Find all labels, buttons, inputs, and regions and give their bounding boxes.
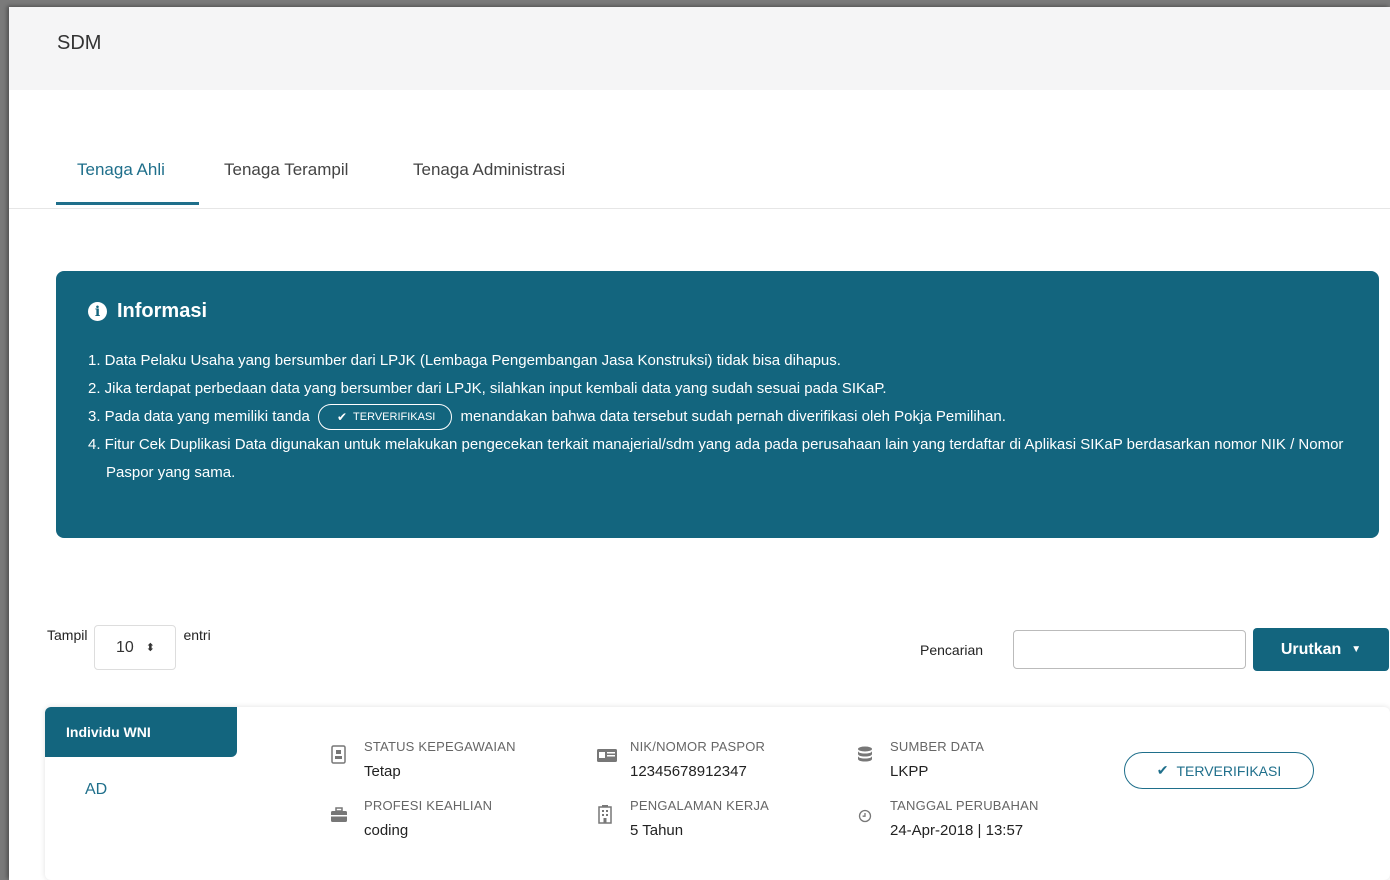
field-sumber-label: SUMBER DATA bbox=[890, 739, 985, 754]
field-tanggal: TANGGAL PERUBAHAN 24-Apr-2018 | 13:57 bbox=[856, 798, 1086, 848]
field-profesi-value: coding bbox=[364, 822, 409, 839]
info-item-3-after: menandakan bahwa data tersebut sudah per… bbox=[460, 408, 1006, 425]
field-pengalaman-value: 5 Tahun bbox=[630, 822, 684, 839]
check-icon: ✔ bbox=[1156, 762, 1169, 778]
caret-down-icon: ▼ bbox=[1351, 644, 1362, 655]
app-window: SDM Tenaga Ahli Tenaga Terampil Tenaga A… bbox=[9, 7, 1390, 880]
info-item-4: 4. Fitur Cek Duplikasi Data digunakan un… bbox=[88, 436, 1344, 481]
search-label: Pencarian bbox=[920, 642, 984, 658]
field-nik: NIK/NOMOR PASPOR 12345678912347 bbox=[596, 739, 826, 789]
page-size-select[interactable]: 10 ⬍ bbox=[94, 625, 177, 670]
page-size-control: Tampil 10 ⬍ entri bbox=[47, 625, 211, 672]
field-nik-label: NIK/NOMOR PASPOR bbox=[630, 739, 766, 754]
tab-tenaga-ahli[interactable]: Tenaga Ahli bbox=[77, 160, 165, 180]
record-name[interactable]: AD bbox=[85, 781, 107, 799]
tab-tenaga-administrasi[interactable]: Tenaga Administrasi bbox=[413, 160, 565, 180]
verified-button-label: TERVERIFIKASI bbox=[1176, 762, 1282, 779]
page-title: SDM bbox=[57, 32, 102, 54]
id-card-icon bbox=[597, 749, 617, 762]
sort-button[interactable]: Urutkan ▼ bbox=[1253, 628, 1389, 671]
info-heading: i Informasi bbox=[88, 300, 207, 323]
active-tab-indicator bbox=[56, 202, 199, 205]
field-sumber-value: LKPP bbox=[890, 763, 929, 780]
info-icon: i bbox=[88, 302, 107, 321]
record-type-label: Individu WNI bbox=[66, 724, 151, 740]
id-badge-icon bbox=[331, 745, 346, 764]
search-input[interactable] bbox=[1013, 630, 1246, 669]
page-header: SDM bbox=[9, 7, 1390, 90]
check-icon: ✔ bbox=[336, 410, 348, 425]
field-status-value: Tetap bbox=[364, 763, 401, 780]
info-title: Informasi bbox=[117, 300, 208, 322]
field-pengalaman-label: PENGALAMAN KERJA bbox=[630, 798, 770, 813]
entries-label: entri bbox=[183, 627, 211, 643]
info-panel: i Informasi 1. Data Pelaku Usaha yang be… bbox=[56, 271, 1379, 538]
field-profesi: PROFESI KEAHLIAN coding bbox=[330, 798, 560, 848]
info-item-2: 2. Jika terdapat perbedaan data yang ber… bbox=[88, 380, 887, 397]
record-type-tab: Individu WNI bbox=[45, 707, 237, 757]
field-status-label: STATUS KEPEGAWAIAN bbox=[364, 739, 516, 754]
page-size-value: 10 bbox=[115, 638, 134, 656]
info-item-3: 3. Pada data yang memiliki tanda ✔ TERVE… bbox=[88, 403, 1358, 431]
verified-badge-sample-label: TERVERIFIKASI bbox=[353, 411, 436, 424]
field-status: STATUS KEPEGAWAIAN Tetap bbox=[330, 739, 560, 789]
field-tanggal-label: TANGGAL PERUBAHAN bbox=[890, 798, 1039, 813]
field-pengalaman: PENGALAMAN KERJA 5 Tahun bbox=[596, 798, 826, 848]
record-card: Individu WNI AD STATUS KEPEGAWAIAN Tetap… bbox=[45, 707, 1390, 880]
field-sumber: SUMBER DATA LKPP bbox=[856, 739, 1086, 789]
info-item-1: 1. Data Pelaku Usaha yang bersumber dari… bbox=[88, 352, 841, 369]
sort-button-label: Urutkan bbox=[1280, 640, 1342, 658]
field-profesi-label: PROFESI KEAHLIAN bbox=[364, 798, 493, 813]
verified-badge-sample: ✔ TERVERIFIKASI bbox=[317, 404, 453, 431]
database-icon bbox=[858, 746, 872, 762]
show-label: Tampil bbox=[47, 627, 88, 643]
tab-bar: Tenaga Ahli Tenaga Terampil Tenaga Admin… bbox=[9, 90, 1390, 209]
tab-tenaga-terampil[interactable]: Tenaga Terampil bbox=[224, 160, 348, 180]
building-icon bbox=[598, 805, 612, 824]
briefcase-icon bbox=[331, 807, 347, 822]
clock-icon bbox=[858, 809, 872, 823]
info-list: 1. Data Pelaku Usaha yang bersumber dari… bbox=[88, 347, 1358, 487]
info-item-3-before: 3. Pada data yang memiliki tanda bbox=[88, 408, 310, 425]
field-tanggal-value: 24-Apr-2018 | 13:57 bbox=[890, 822, 1024, 839]
field-nik-value: 12345678912347 bbox=[630, 763, 747, 780]
verified-button[interactable]: ✔ TERVERIFIKASI bbox=[1124, 752, 1314, 789]
sort-updown-icon: ⬍ bbox=[145, 642, 155, 654]
